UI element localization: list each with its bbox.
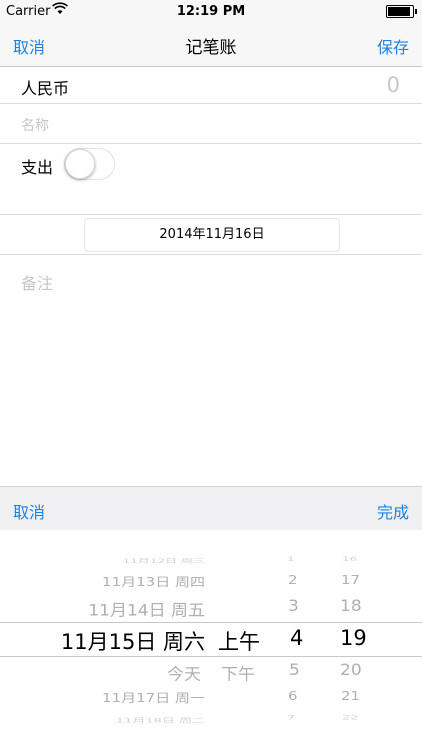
toggle-knob	[65, 149, 95, 179]
picker-date-cell[interactable]: 11月18日 周二	[116, 715, 205, 725]
status-bar: Carrier 12:19 PM	[0, 0, 422, 22]
picker-minute-cell[interactable]: 21	[341, 689, 360, 703]
picker-hour-cell[interactable]: 2	[288, 573, 298, 587]
picker-minute-cell[interactable]: 22	[342, 714, 359, 722]
picker-date-cell[interactable]: 今天	[167, 661, 201, 684]
save-button[interactable]: 保存	[377, 34, 409, 58]
navigation-bar: 取消 记笔账 保存	[0, 22, 422, 67]
picker-ampm-cell-selected[interactable]: 上午	[218, 626, 260, 656]
picker-hour-cell[interactable]: 6	[288, 689, 298, 703]
picker-cancel-button[interactable]: 取消	[13, 499, 45, 523]
picker-toolbar: 取消 完成	[0, 486, 422, 531]
date-time-picker[interactable]: 11月12日 周三 11月13日 周四 11月14日 周五 11月15日 周六 …	[0, 530, 422, 750]
picker-date-cell[interactable]: 11月12日 周三	[123, 556, 205, 565]
picker-selection-top-line	[0, 622, 422, 623]
currency-label: 人民币	[21, 79, 70, 98]
picker-selection-bottom-line	[0, 656, 422, 657]
expense-toggle[interactable]	[64, 148, 115, 180]
battery-icon	[386, 5, 417, 18]
picker-date-cell[interactable]: 11月17日 周一	[102, 689, 205, 706]
picker-minute-cell-selected[interactable]: 19	[340, 626, 367, 650]
picker-minute-cell[interactable]: 17	[341, 573, 360, 587]
name-row: 名称	[0, 104, 422, 144]
picker-date-cell[interactable]: 11月13日 周四	[102, 573, 205, 590]
amount-field[interactable]: 0	[387, 73, 400, 97]
picker-minute-cell[interactable]: 20	[340, 661, 362, 680]
picker-date-cell[interactable]: 11月14日 周五	[88, 597, 205, 620]
date-button[interactable]: 2014年11月16日	[84, 218, 340, 252]
picker-hour-cell[interactable]: 1	[287, 556, 295, 563]
name-input[interactable]: 名称	[21, 115, 49, 135]
currency-row[interactable]: 人民币 0	[0, 67, 422, 104]
date-row: 2014年11月16日	[0, 215, 422, 255]
picker-minute-cell[interactable]: 18	[340, 597, 362, 616]
picker-date-cell-selected[interactable]: 11月15日 周六	[61, 626, 205, 656]
status-time: 12:19 PM	[176, 4, 246, 19]
expense-row: 支出	[0, 144, 422, 215]
picker-minute-cell[interactable]: 16	[342, 556, 357, 563]
picker-hour-cell-selected[interactable]: 4	[290, 626, 303, 650]
picker-ampm-cell[interactable]: 下午	[221, 661, 255, 684]
memo-input[interactable]: 备注	[21, 270, 53, 294]
expense-label: 支出	[21, 158, 54, 177]
picker-done-button[interactable]: 完成	[377, 499, 409, 523]
page-title: 记笔账	[185, 38, 237, 58]
picker-hour-cell[interactable]: 3	[288, 597, 299, 616]
picker-hour-cell[interactable]: 5	[289, 661, 300, 680]
picker-hour-cell[interactable]: 7	[287, 714, 295, 722]
